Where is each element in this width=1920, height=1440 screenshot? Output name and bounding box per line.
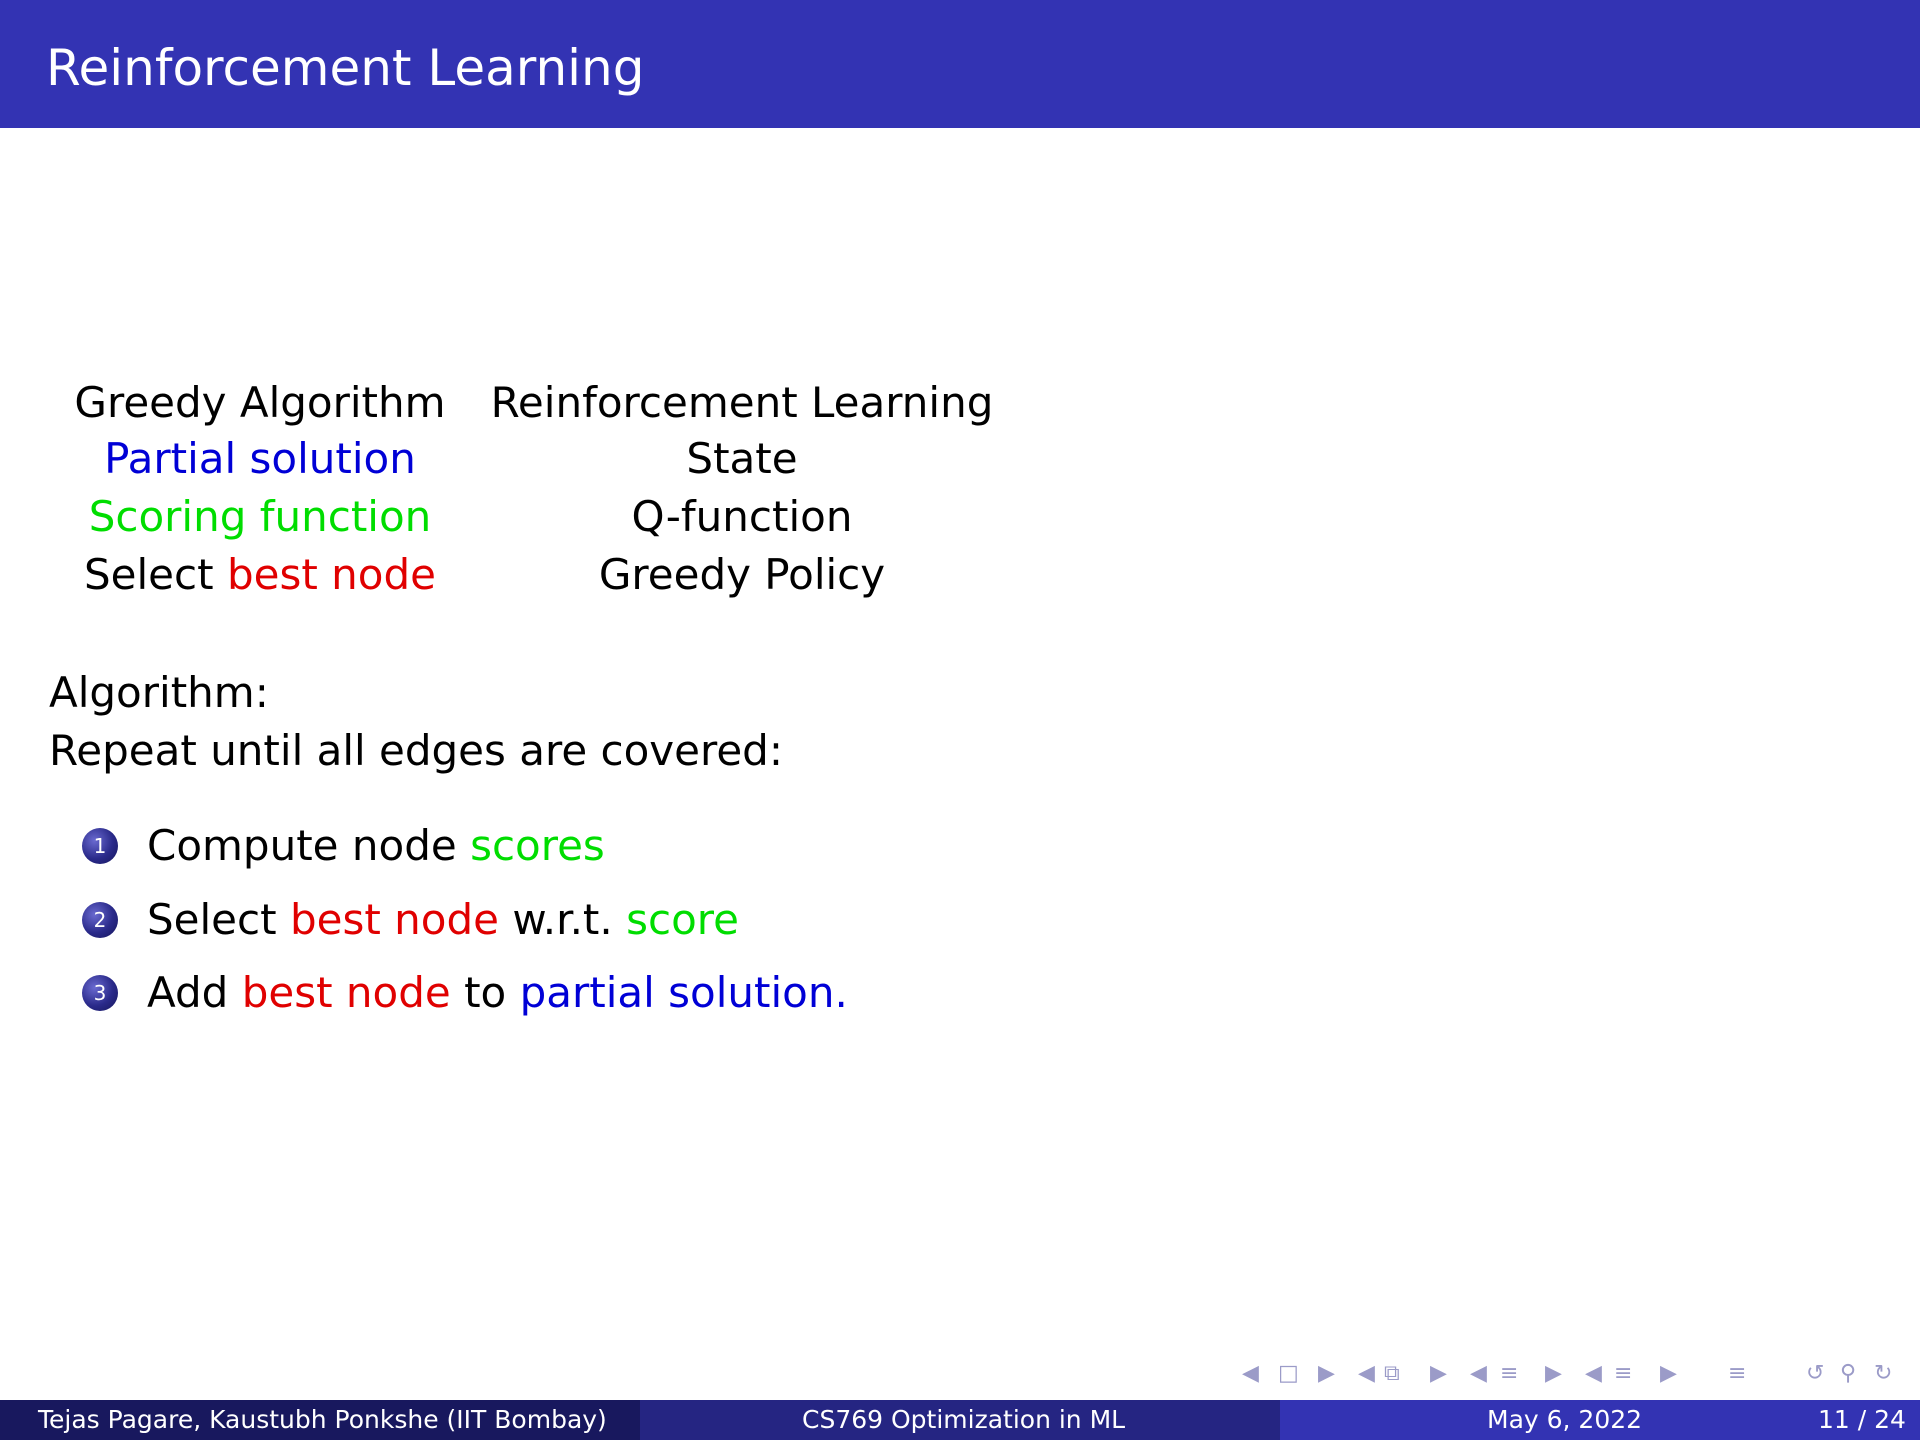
nav-next-arrow-icon[interactable]: ▶	[1545, 1356, 1562, 1392]
align-icon[interactable]: ≡	[1728, 1356, 1746, 1392]
step-text: Compute node scores	[147, 816, 605, 876]
left-row-3: Select best node	[0, 546, 520, 604]
step-text-highlight: score	[626, 895, 739, 944]
section-icon[interactable]: ≡	[1614, 1356, 1632, 1392]
step-text-part: Compute node	[147, 821, 457, 870]
section-icon[interactable]: ≡	[1500, 1356, 1518, 1392]
footer-authors-box: Tejas Pagare, Kaustubh Ponkshe (IIT Bomb…	[0, 1400, 640, 1440]
step-number-badge: 1	[82, 828, 118, 864]
undo-icon[interactable]: ↺	[1806, 1356, 1824, 1392]
right-row-2: Q-function	[631, 492, 853, 541]
step-text: Select best node w.r.t. score	[147, 890, 739, 950]
step-text-part: w.r.t.	[512, 895, 613, 944]
nav-next-arrow-icon[interactable]: ▶	[1430, 1356, 1447, 1392]
search-icon[interactable]: ⚲	[1840, 1356, 1856, 1392]
nav-prev-arrow-icon[interactable]: ◀	[1470, 1356, 1487, 1392]
subsection-icon[interactable]: ⧉	[1384, 1356, 1400, 1392]
redo-icon[interactable]: ↻	[1874, 1356, 1892, 1392]
step-text-highlight: scores	[470, 821, 605, 870]
frame-icon[interactable]: □	[1278, 1356, 1299, 1392]
step-text-part: .	[834, 968, 848, 1017]
right-row-3: Greedy Policy	[598, 550, 886, 599]
footer-date-box: May 6, 2022 11 / 24	[1280, 1400, 1920, 1440]
footer-course: CS769 Optimization in ML	[802, 1405, 1126, 1434]
footer-page-number: 11 / 24	[1818, 1405, 1906, 1434]
nav-next-arrow-icon[interactable]: ▶	[1660, 1356, 1677, 1392]
nav-prev-arrow-icon[interactable]: ◀	[1585, 1356, 1602, 1392]
step-number-badge: 2	[82, 902, 118, 938]
footer-date: May 6, 2022	[1487, 1405, 1643, 1434]
nav-prev-arrow-icon[interactable]: ◀	[1242, 1356, 1259, 1392]
left-row-2: Scoring function	[88, 492, 432, 541]
left-header: Greedy Algorithm	[74, 378, 446, 427]
step-number-badge: 3	[82, 975, 118, 1011]
slide-title: Reinforcement Learning	[46, 39, 645, 97]
footer-authors: Tejas Pagare, Kaustubh Ponkshe (IIT Bomb…	[38, 1405, 607, 1434]
left-row-3-prefix: Select	[84, 550, 214, 599]
step-text-highlight: best node	[241, 968, 451, 1017]
nav-prev-arrow-icon[interactable]: ◀	[1358, 1356, 1375, 1392]
algorithm-intro: Repeat until all edges are covered:	[49, 726, 783, 775]
step-text-part: Add	[147, 968, 229, 1017]
left-row-3-highlight: best node	[226, 550, 436, 599]
step-text-highlight: partial solution	[519, 968, 835, 1017]
left-row-1: Partial solution	[104, 434, 416, 483]
algorithm-heading: Algorithm:	[49, 668, 269, 717]
step-text-part: to	[464, 968, 507, 1017]
right-header: Reinforcement Learning	[490, 378, 994, 427]
step-text-highlight: best node	[289, 895, 499, 944]
right-row-1: State	[686, 434, 798, 483]
nav-next-arrow-icon[interactable]: ▶	[1318, 1356, 1335, 1392]
title-bar: Reinforcement Learning	[0, 0, 1920, 128]
slide-footer: Tejas Pagare, Kaustubh Ponkshe (IIT Bomb…	[0, 1400, 1920, 1440]
step-text-part: Select	[147, 895, 277, 944]
footer-course-box: CS769 Optimization in ML	[640, 1400, 1280, 1440]
step-text: Add best node to partial solution.	[147, 963, 848, 1023]
